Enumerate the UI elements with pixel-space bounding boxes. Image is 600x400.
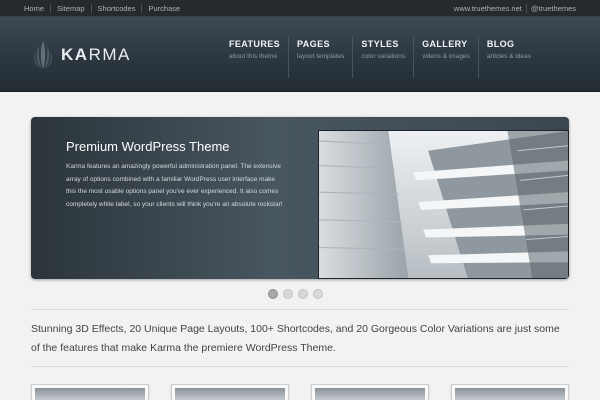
- thumbnail-image: [455, 388, 565, 400]
- portfolio-thumbnails: [31, 384, 569, 400]
- portfolio-thumbnail[interactable]: [171, 384, 289, 400]
- featured-slider: Premium WordPress Theme Karma features a…: [31, 117, 569, 279]
- slide-dot-2[interactable]: [283, 289, 293, 299]
- nav-label: GALLERY: [422, 39, 468, 49]
- nav-item-styles[interactable]: STYLES color variations: [352, 36, 413, 78]
- nav-label: FEATURES: [229, 39, 281, 49]
- nav-label: PAGES: [297, 39, 330, 49]
- nav-subtitle: layout templates: [297, 53, 345, 60]
- leaf-logo-icon: [33, 41, 53, 69]
- section-divider: [31, 366, 569, 367]
- top-utility-bar: Home Sitemap Shortcodes Purchase www.tru…: [0, 0, 600, 17]
- intro-tagline: Stunning 3D Effects, 20 Unique Page Layo…: [31, 323, 560, 354]
- thumbnail-image: [315, 388, 425, 400]
- nav-item-blog[interactable]: BLOG articles & ideas: [477, 36, 539, 78]
- site-header: KARMA FEATURES about this theme PAGES la…: [0, 17, 600, 92]
- portfolio-thumbnail[interactable]: [31, 384, 149, 400]
- slide-dot-3[interactable]: [298, 289, 308, 299]
- top-right-links: www.truethemes.net @truethemes: [450, 0, 580, 17]
- slide-title: Premium WordPress Theme: [66, 139, 230, 154]
- slide-description: Karma features an amazingly powerful adm…: [66, 163, 283, 208]
- nav-label: STYLES: [361, 39, 399, 49]
- nav-item-pages[interactable]: PAGES layout templates: [288, 36, 352, 78]
- nav-subtitle: color variations: [361, 53, 406, 60]
- nav-item-gallery[interactable]: GALLERY videos & images: [413, 36, 478, 78]
- slide-dot-1[interactable]: [268, 289, 278, 299]
- section-divider: [31, 309, 569, 310]
- website-link[interactable]: www.truethemes.net: [450, 4, 526, 13]
- top-link-sitemap[interactable]: Sitemap: [50, 4, 91, 13]
- nav-subtitle: videos & images: [422, 53, 470, 60]
- main-navigation: FEATURES about this theme PAGES layout t…: [221, 36, 539, 78]
- slide-dot-4[interactable]: [313, 289, 323, 299]
- site-logo[interactable]: KARMA: [32, 37, 131, 73]
- logo-wordmark: KARMA: [61, 45, 131, 65]
- portfolio-thumbnail[interactable]: [311, 384, 429, 400]
- top-link-purchase[interactable]: Purchase: [141, 4, 186, 13]
- nav-subtitle: articles & ideas: [486, 53, 531, 60]
- top-link-home[interactable]: Home: [16, 4, 50, 13]
- slider-pagination: [268, 289, 328, 299]
- thumbnail-image: [175, 388, 285, 400]
- logo-bold: KA: [61, 45, 89, 64]
- twitter-link[interactable]: @truethemes: [525, 4, 580, 13]
- thumbnail-image: [35, 388, 145, 400]
- architecture-photo: [318, 130, 569, 279]
- nav-label: BLOG: [486, 39, 515, 49]
- top-link-shortcodes[interactable]: Shortcodes: [90, 4, 142, 13]
- logo-rest: RMA: [88, 45, 131, 64]
- top-links: Home Sitemap Shortcodes Purchase: [16, 0, 186, 17]
- nav-subtitle: about this theme: [229, 53, 278, 60]
- portfolio-thumbnail[interactable]: [451, 384, 569, 400]
- nav-item-features[interactable]: FEATURES about this theme: [221, 36, 288, 78]
